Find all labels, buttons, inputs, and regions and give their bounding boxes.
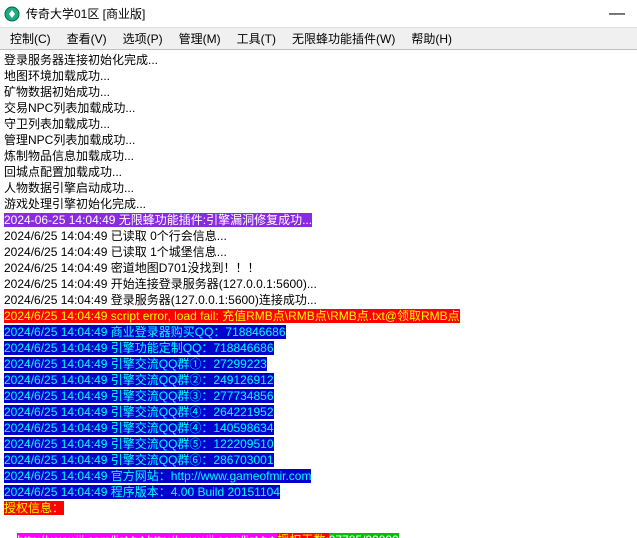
log-line: 2024/6/25 14:04:49 已读取 0个行会信息...: [4, 228, 633, 244]
menu-manage[interactable]: 管理(M): [171, 28, 229, 49]
info-line: 2024/6/25 14:04:49 引擎交流QQ群④：140598634: [4, 421, 274, 435]
info-line: 2024/6/25 14:04:49 官方网站：http://www.gameo…: [4, 469, 311, 483]
menu-plugin[interactable]: 无限蜂功能插件(W): [284, 28, 403, 49]
log-line: 2024/6/25 14:04:49 开始连接登录服务器(127.0.0.1:5…: [4, 276, 633, 292]
info-line: 2024/6/25 14:04:49 引擎交流QQ群②：249126912: [4, 373, 274, 387]
window-titlebar: 传奇大学01区 [商业版] —: [0, 0, 637, 28]
log-line: 地图环境加载成功...: [4, 68, 633, 84]
auth-days-value: 97785/99999: [329, 533, 399, 538]
log-line: 游戏处理引擎初始化完成...: [4, 196, 633, 212]
auth-urls: http://www.jjj.com/list.txt http://www.j…: [17, 533, 277, 538]
app-icon: [4, 6, 20, 22]
menu-help[interactable]: 帮助(H): [403, 28, 460, 49]
auth-days-label: 授权天数:: [277, 533, 328, 538]
log-content: 登录服务器连接初始化完成...地图环境加载成功...矿物数据初始成功...交易N…: [0, 50, 637, 538]
log-line: 登录服务器连接初始化完成...: [4, 52, 633, 68]
auth-label: 授权信息：: [4, 501, 64, 515]
window-title: 传奇大学01区 [商业版]: [26, 5, 145, 22]
info-line: 2024/6/25 14:04:49 程序版本：4.00 Build 20151…: [4, 485, 280, 499]
menu-options[interactable]: 选项(P): [115, 28, 171, 49]
menubar: 控制(C) 查看(V) 选项(P) 管理(M) 工具(T) 无限蜂功能插件(W)…: [0, 28, 637, 50]
log-line: 矿物数据初始成功...: [4, 84, 633, 100]
log-line: 交易NPC列表加载成功...: [4, 100, 633, 116]
info-line: 2024/6/25 14:04:49 引擎交流QQ群③：277734856: [4, 389, 274, 403]
info-line: 2024/6/25 14:04:49 商业登录器购买QQ：718846686: [4, 325, 286, 339]
log-line: 2024/6/25 14:04:49 登录服务器(127.0.0.1:5600)…: [4, 292, 633, 308]
plugin-fix-line: 2024-06-25 14:04:49 无限蜂功能插件:引擎漏洞修复成功...: [4, 213, 312, 227]
log-line: 炼制物品信息加载成功...: [4, 148, 633, 164]
info-line: 2024/6/25 14:04:49 引擎功能定制QQ：718846686: [4, 341, 274, 355]
log-line: 2024/6/25 14:04:49 已读取 1个城堡信息...: [4, 244, 633, 260]
log-line: 2024/6/25 14:04:49 密道地图D701没找到！！！: [4, 260, 633, 276]
info-line: 2024/6/25 14:04:49 引擎交流QQ群①：27299223: [4, 357, 267, 371]
log-line: 人物数据引擎启动成功...: [4, 180, 633, 196]
info-line: 2024/6/25 14:04:49 引擎交流QQ群④：264221952: [4, 405, 274, 419]
menu-tools[interactable]: 工具(T): [229, 28, 284, 49]
info-line: 2024/6/25 14:04:49 引擎交流QQ群⑤：122209510: [4, 437, 274, 451]
menu-view[interactable]: 查看(V): [59, 28, 115, 49]
log-line: 管理NPC列表加载成功...: [4, 132, 633, 148]
log-line: 守卫列表加载成功...: [4, 116, 633, 132]
log-line: 回城点配置加载成功...: [4, 164, 633, 180]
info-line: 2024/6/25 14:04:49 引擎交流QQ群⑥：286703001: [4, 453, 274, 467]
script-error-line: 2024/6/25 14:04:49 script error, load fa…: [4, 309, 460, 323]
menu-control[interactable]: 控制(C): [2, 28, 59, 49]
minimize-button[interactable]: —: [601, 5, 633, 23]
